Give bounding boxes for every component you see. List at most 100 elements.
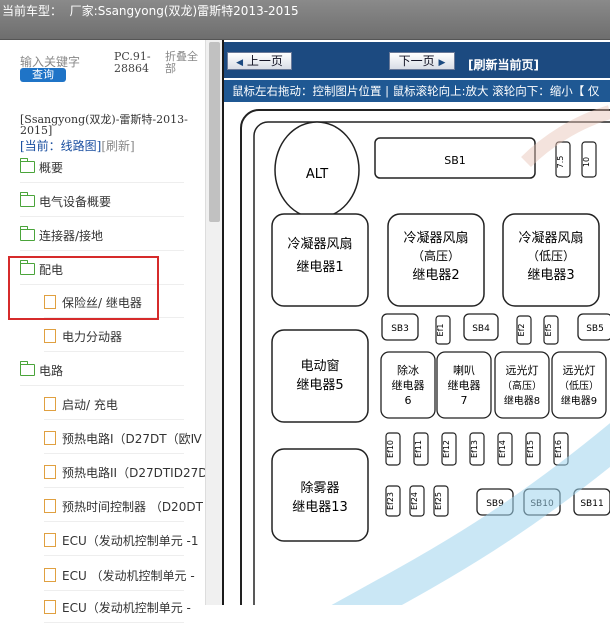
tree-item[interactable]: ECU （发动机控制单元 - xyxy=(44,565,195,585)
current-label: [当前：线路图] xyxy=(20,139,102,153)
vehicle-label: 当前车型： xyxy=(2,4,63,18)
tree-item[interactable]: 预热电路II（D27DTID27D xyxy=(44,462,207,482)
relay-9[interactable]: 远光灯 （低压） 继电器9 xyxy=(551,351,607,419)
tree-item-label: 概要 xyxy=(39,160,64,175)
tree-separator xyxy=(44,419,184,420)
tree-item-label: ECU （发动机控制单元 - xyxy=(62,568,195,583)
tree-separator xyxy=(20,216,184,217)
page-icon xyxy=(44,600,56,614)
tree-separator xyxy=(20,385,184,386)
relay-1[interactable]: 冷凝器风扇 继电器1 xyxy=(271,213,369,307)
relay-3-line3: 继电器3 xyxy=(527,268,574,283)
tree-item[interactable]: 概要 xyxy=(19,157,64,177)
scrollbar-thumb[interactable] xyxy=(209,42,220,222)
refresh-link[interactable]: [刷新] xyxy=(101,139,134,153)
sb11-label: SB11 xyxy=(580,499,603,509)
sb4-label: SB4 xyxy=(472,324,490,334)
ef13-label: Ef13 xyxy=(470,440,479,458)
sb1-label: SB1 xyxy=(444,154,466,167)
relay-5-line2: 继电器5 xyxy=(296,378,343,393)
relay-8-line3: 继电器8 xyxy=(504,394,540,407)
prev-page-label: 上一页 xyxy=(246,54,283,68)
relay-13[interactable]: 除雾器 继电器13 xyxy=(271,448,369,542)
relay-2-line2: （高压） xyxy=(412,248,460,263)
folder-open-icon xyxy=(19,361,35,376)
relay-6-line2: 继电器 xyxy=(392,379,425,392)
relay-2[interactable]: 冷凝器风扇 （高压） 继电器2 xyxy=(387,213,485,307)
relay-7-line1: 喇叭 xyxy=(453,363,475,377)
tree-item[interactable]: ECU（发动机控制单元 -1 xyxy=(44,530,199,550)
tree-separator xyxy=(44,590,184,591)
tree-item[interactable]: 电力分动器 xyxy=(44,326,122,346)
sb5-label: SB5 xyxy=(586,324,604,334)
fuse-75-label: 7.5 xyxy=(556,156,565,169)
ef-fuse-row: Ef10 Ef11 Ef12 Ef13 Ef14 Ef15 Ef16 xyxy=(385,432,569,466)
tree-item-label: ECU（发动机控制单元 -1 xyxy=(62,533,199,548)
tree-item-label: 电力分动器 xyxy=(62,329,123,344)
tree-separator xyxy=(44,351,184,352)
tree-separator xyxy=(44,555,184,556)
tree-item-label: 预热电路II（D27DTID27D xyxy=(62,465,208,480)
tree-separator xyxy=(44,453,184,454)
relay-13-line1: 除雾器 xyxy=(300,481,339,496)
folder-icon xyxy=(19,226,35,241)
tree-item-label: 电气设备概要 xyxy=(39,194,112,209)
page-icon xyxy=(44,533,56,547)
relay-9-line1: 远光灯 xyxy=(563,363,596,377)
relay-8-line2: （高压） xyxy=(502,379,542,392)
relay-7[interactable]: 喇叭 继电器 7 xyxy=(436,351,492,419)
folder-icon xyxy=(19,158,35,173)
fuse-box-diagram[interactable]: ALT SB1 7.5 10 冷凝器风扇 继电器1 冷凝器风扇 （高压） 继电器… xyxy=(226,102,610,605)
refresh-page-link[interactable]: [刷新当前页] xyxy=(468,56,539,73)
tree-separator xyxy=(44,521,184,522)
relay-3-line2: （低压） xyxy=(527,249,575,263)
next-page-icon: ▶ xyxy=(438,58,446,68)
tree-item[interactable]: 连接器/接地 xyxy=(19,225,103,245)
relay-8[interactable]: 远光灯 （高压） 继电器8 xyxy=(494,351,550,419)
fuse-10-label: 10 xyxy=(582,157,591,167)
next-page-button[interactable]: 下一页 ▶ xyxy=(389,52,455,70)
relay-7-line2: 继电器 xyxy=(448,379,481,392)
relay-1-line2: 继电器1 xyxy=(296,260,343,275)
alt-label: ALT xyxy=(306,167,328,182)
page-icon xyxy=(44,568,56,582)
fuse-box-svg: ALT SB1 7.5 10 冷凝器风扇 继电器1 冷凝器风扇 （高压） 继电器… xyxy=(240,105,610,605)
ef16-label: Ef16 xyxy=(554,440,563,458)
relay-1-line1: 冷凝器风扇 xyxy=(287,236,352,252)
relay-2-line3: 继电器2 xyxy=(412,268,459,283)
relay-5-box[interactable] xyxy=(271,329,369,423)
tree-item-label: 预热时间控制器 （D20DT xyxy=(62,499,203,514)
relay-6[interactable]: 除冰 继电器 6 xyxy=(380,351,436,419)
collapse-all-link[interactable]: 折叠全部 xyxy=(165,51,203,75)
page-icon xyxy=(44,397,56,411)
ef1-label: Ef1 xyxy=(436,324,445,337)
tree-item[interactable]: ECU（发动机控制单元 - xyxy=(44,597,191,617)
tree-item[interactable]: 电气设备概要 xyxy=(19,191,112,211)
vehicle-title: 当前车型： 厂家:Ssangyong(双龙)雷斯特2013-2015 xyxy=(2,2,299,19)
relay-13-line2: 继电器13 xyxy=(292,500,348,515)
ef14-label: Ef14 xyxy=(498,440,507,458)
tree-separator xyxy=(20,250,184,251)
ef10-label: Ef10 xyxy=(386,440,395,458)
tree-separator xyxy=(44,487,184,488)
page-icon xyxy=(44,329,56,343)
prev-page-button[interactable]: ◀ 上一页 xyxy=(227,52,292,70)
ef11-label: Ef11 xyxy=(414,440,423,458)
relay-3[interactable]: 冷凝器风扇 （低压） 继电器3 xyxy=(502,213,600,307)
folder-icon xyxy=(19,192,35,207)
tree-item[interactable]: 预热时间控制器 （D20DT xyxy=(44,496,203,516)
top-bar: 当前车型： 厂家:Ssangyong(双龙)雷斯特2013-2015 xyxy=(0,0,610,40)
relay-9-line3: 继电器9 xyxy=(561,394,597,407)
sidebar-scrollbar[interactable] xyxy=(205,40,222,605)
vehicle-maker: 厂家:Ssangyong(双龙)雷斯特2013-2015 xyxy=(69,4,299,18)
tree-item-label: 电路 xyxy=(39,363,64,378)
ef24-label: Ef24 xyxy=(410,492,419,510)
tree-item[interactable]: 电路 xyxy=(19,360,64,380)
ef25-label: Ef25 xyxy=(434,492,443,510)
relay-5[interactable]: 电动窗 继电器5 xyxy=(271,329,369,423)
relay-7-line3: 7 xyxy=(461,394,468,407)
query-button[interactable]: 查询 xyxy=(20,68,66,82)
tree-item[interactable]: 启动/ 充电 xyxy=(44,394,118,414)
relay-6-line1: 除冰 xyxy=(397,363,419,377)
tree-item[interactable]: 预热电路I（D27DT（欧Ⅳ xyxy=(44,428,202,448)
